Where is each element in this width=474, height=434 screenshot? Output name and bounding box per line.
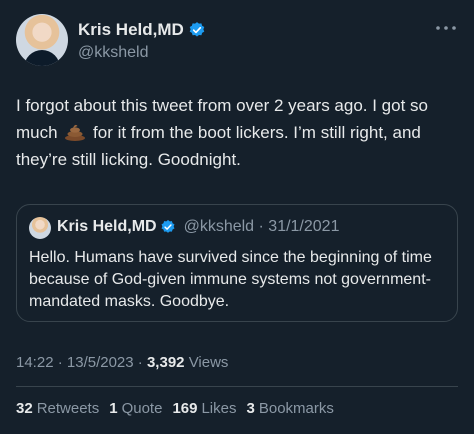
tweet-meta: 14:22 · 13/5/2023 · 3,392 Views [16,354,228,371]
retweets-label: Retweets [36,400,100,417]
likes-label: Likes [201,400,237,417]
divider [16,386,458,387]
views-label: Views [188,354,229,371]
stat-bookmarks[interactable]: 3 Bookmarks [247,400,334,417]
pile-of-poo-icon [65,124,86,141]
stat-retweets[interactable]: 32 Retweets [16,400,99,417]
bookmarks-count: 3 [246,400,255,417]
quoted-text: Hello. Humans have survived since the be… [29,249,432,310]
author-display-name[interactable]: Kris Held,MD [78,20,184,40]
tweet-header: Kris Held,MD @kksheld [16,14,458,70]
quoted-header: Kris Held,MD @kksheld · 31/1/2021 [57,218,339,236]
stat-likes[interactable]: 169 Likes [172,400,236,417]
stat-quotes[interactable]: 1 Quote [109,400,162,417]
verified-badge-icon [161,220,175,233]
retweets-count: 32 [16,400,33,417]
engagement-stats: 32 Retweets 1 Quote 169 Likes 3 Bookmarks [16,400,344,417]
verified-badge-icon [189,22,205,37]
avatar[interactable] [16,14,68,66]
tweet: Kris Held,MD @kksheld I forgot about thi… [0,0,474,434]
bookmarks-label: Bookmarks [258,400,334,417]
tweet-date[interactable]: 13/5/2023 [67,354,134,371]
author-name-row: Kris Held,MD [78,20,206,40]
quoted-handle-date: @kksheld · 31/1/2021 [183,218,340,235]
quotes-count: 1 [109,400,118,417]
more-options-icon[interactable] [434,22,458,34]
tweet-time[interactable]: 14:22 [16,354,54,371]
meta-separator: · [57,354,67,371]
quoted-avatar [29,217,51,239]
quoted-tweet[interactable]: Kris Held,MD @kksheld · 31/1/2021 Hello.… [16,204,458,322]
meta-separator: · [137,354,147,371]
author-handle[interactable]: @kksheld [78,44,149,62]
quotes-label: Quote [121,400,163,417]
quoted-display-name: Kris Held,MD [57,218,157,235]
tweet-text: I forgot about this tweet from over 2 ye… [16,92,456,173]
views-count: 3,392 [146,354,185,371]
likes-count: 169 [172,400,198,417]
